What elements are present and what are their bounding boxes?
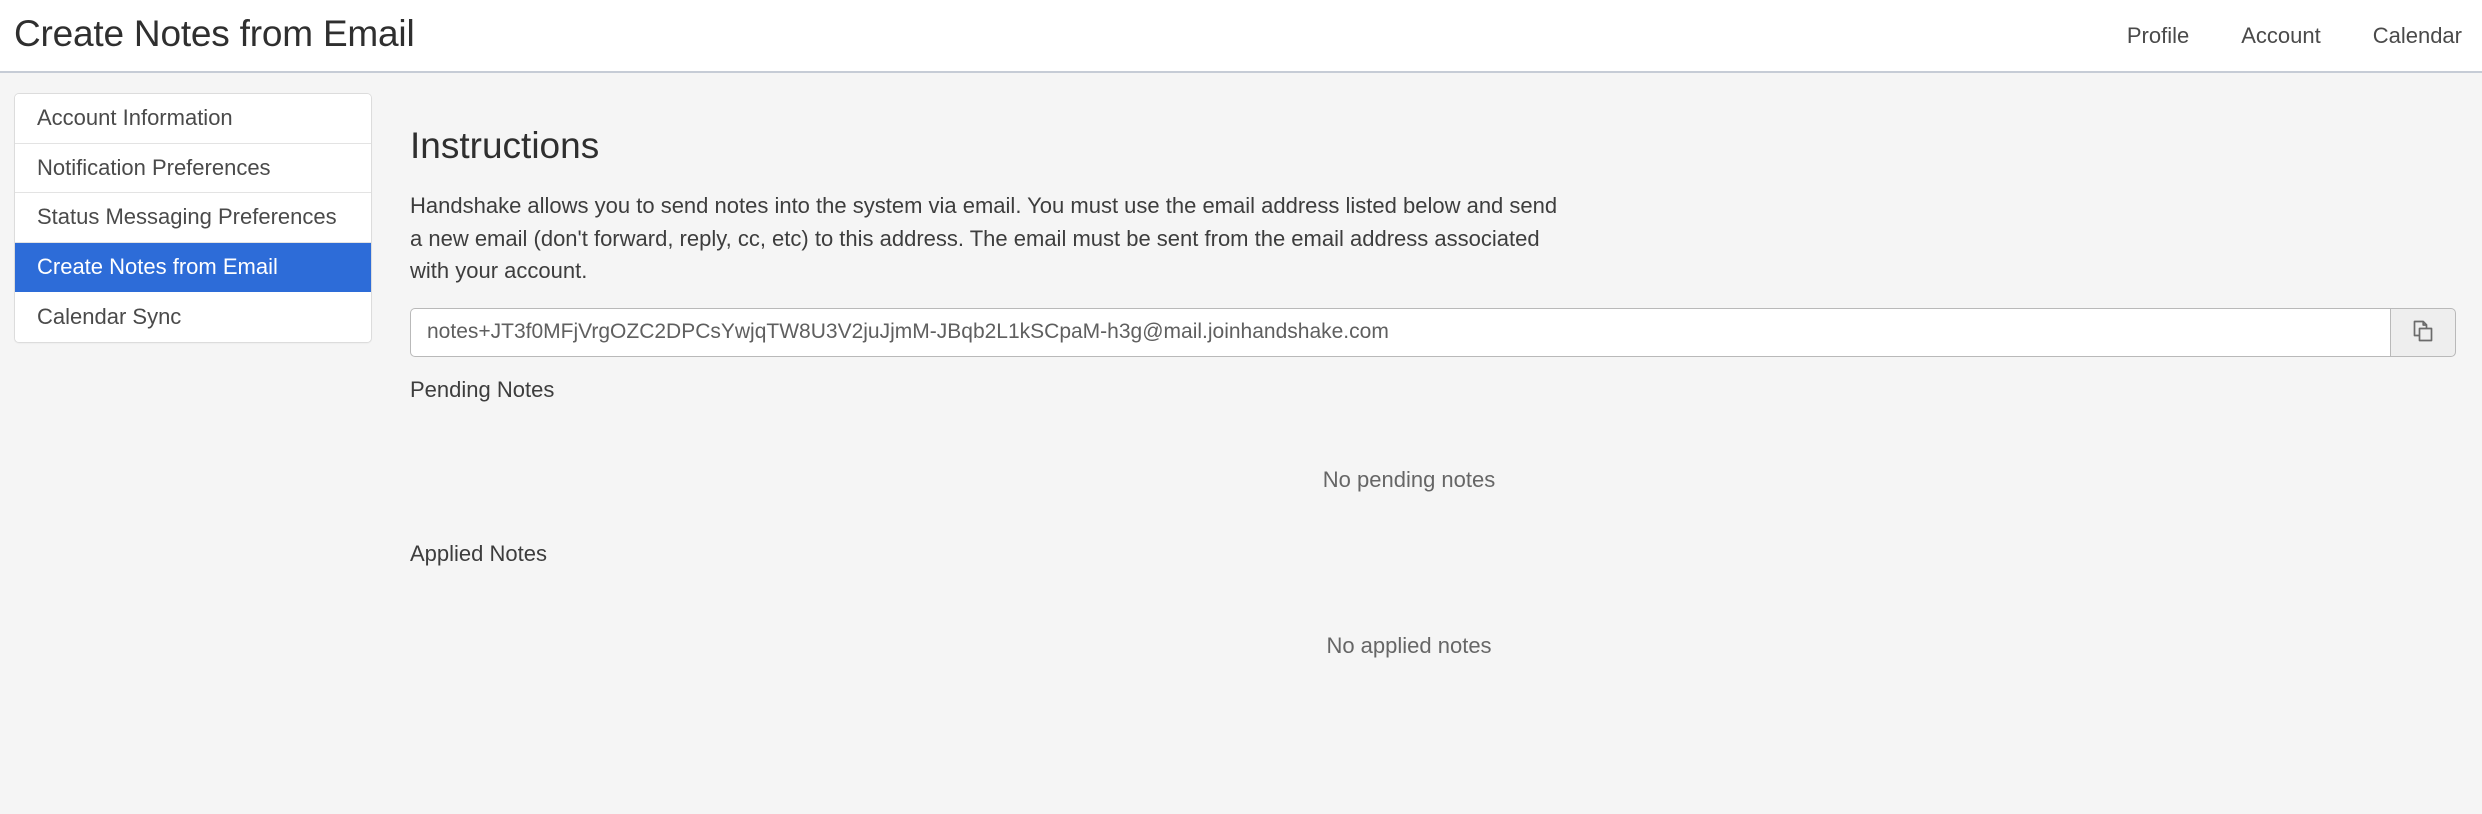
copy-email-button[interactable]	[2390, 307, 2456, 357]
sidebar-item-create-notes-from-email[interactable]: Create Notes from Email	[15, 242, 371, 292]
nav-link-account[interactable]: Account	[2241, 24, 2321, 47]
nav-link-profile[interactable]: Profile	[2127, 24, 2189, 47]
applied-notes-empty-state: No applied notes	[1326, 632, 1492, 658]
app-header: Create Notes from Email Profile Account …	[0, 0, 2482, 73]
pending-notes-label: Pending Notes	[410, 376, 555, 402]
page-title: Create Notes from Email	[14, 13, 415, 54]
main-content: Instructions Handshake allows you to sen…	[372, 93, 2482, 659]
sidebar-item-notification-preferences[interactable]: Notification Preferences	[15, 143, 371, 193]
copy-icon	[2410, 319, 2436, 345]
sidebar-item-label: Create Notes from Email	[37, 253, 278, 279]
page-body: Account Information Notification Prefere…	[0, 73, 2482, 814]
sidebar-item-calendar-sync[interactable]: Calendar Sync	[15, 292, 371, 342]
sidebar-item-label: Status Messaging Preferences	[37, 204, 337, 230]
sidebar-item-label: Calendar Sync	[37, 303, 182, 329]
sidebar-item-account-information[interactable]: Account Information	[15, 94, 371, 144]
pending-notes-empty-state: No pending notes	[1322, 466, 1496, 492]
notes-email-row	[410, 307, 2456, 357]
sidebar-item-status-messaging-preferences[interactable]: Status Messaging Preferences	[15, 193, 371, 243]
instructions-body-text: Handshake allows you to send notes into …	[410, 193, 1558, 284]
sidebar-item-label: Account Information	[37, 105, 233, 131]
sidebar-item-label: Notification Preferences	[37, 154, 271, 180]
settings-sidebar: Account Information Notification Prefere…	[14, 93, 372, 343]
notes-email-input[interactable]	[410, 307, 2390, 357]
applied-notes-label: Applied Notes	[410, 540, 547, 566]
nav-link-calendar[interactable]: Calendar	[2373, 24, 2462, 47]
instructions-heading: Instructions	[410, 125, 600, 166]
header-nav: Profile Account Calendar	[2127, 24, 2464, 47]
